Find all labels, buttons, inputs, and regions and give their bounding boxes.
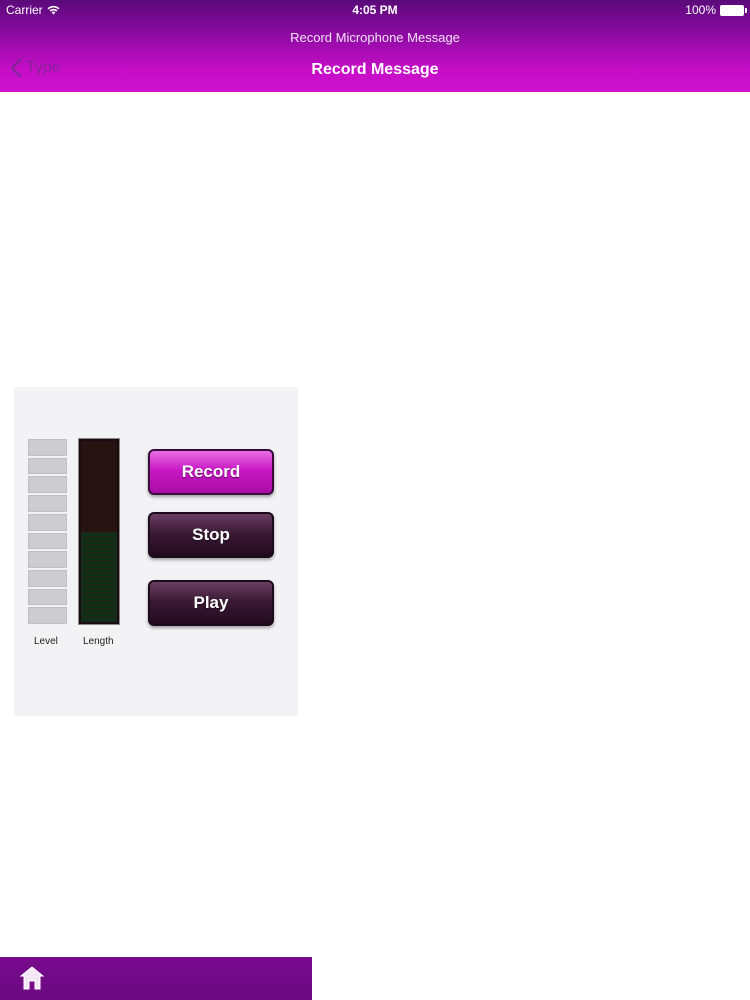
bottom-toolbar [0,957,312,1000]
record-button[interactable]: Record [148,449,274,495]
home-icon [19,966,45,990]
level-segment [28,532,67,550]
page-title: Record Message [311,61,439,78]
battery-indicator: 100% [685,3,747,17]
app-screen: Carrier 4:05 PM 100% Record Microphone M… [0,0,750,1000]
level-segment [28,439,67,456]
length-meter-empty [81,441,117,532]
status-time: 4:05 PM [352,3,398,17]
level-segment [28,551,67,568]
stop-button[interactable]: Stop [148,512,274,558]
battery-icon [720,4,747,16]
length-meter [78,438,120,625]
status-bar: Carrier 4:05 PM 100% [0,0,750,20]
length-label: Length [83,636,114,647]
level-segment [28,588,67,606]
navigation-bar: Carrier 4:05 PM 100% Record Microphone M… [0,0,750,92]
nav-subtitle: Record Microphone Message [290,30,460,45]
level-segment [28,513,67,531]
level-label: Level [34,636,58,647]
battery-percentage: 100% [685,3,716,17]
level-segment [28,457,67,475]
length-meter-fill [81,531,117,622]
level-segment [28,476,67,494]
play-button[interactable]: Play [148,580,274,626]
level-meter [28,439,67,625]
level-segment [28,495,67,512]
recorder-panel: Level Length Record Stop Play [14,387,298,716]
home-button[interactable] [19,965,45,991]
level-segment [28,569,67,587]
level-segment [28,607,67,625]
